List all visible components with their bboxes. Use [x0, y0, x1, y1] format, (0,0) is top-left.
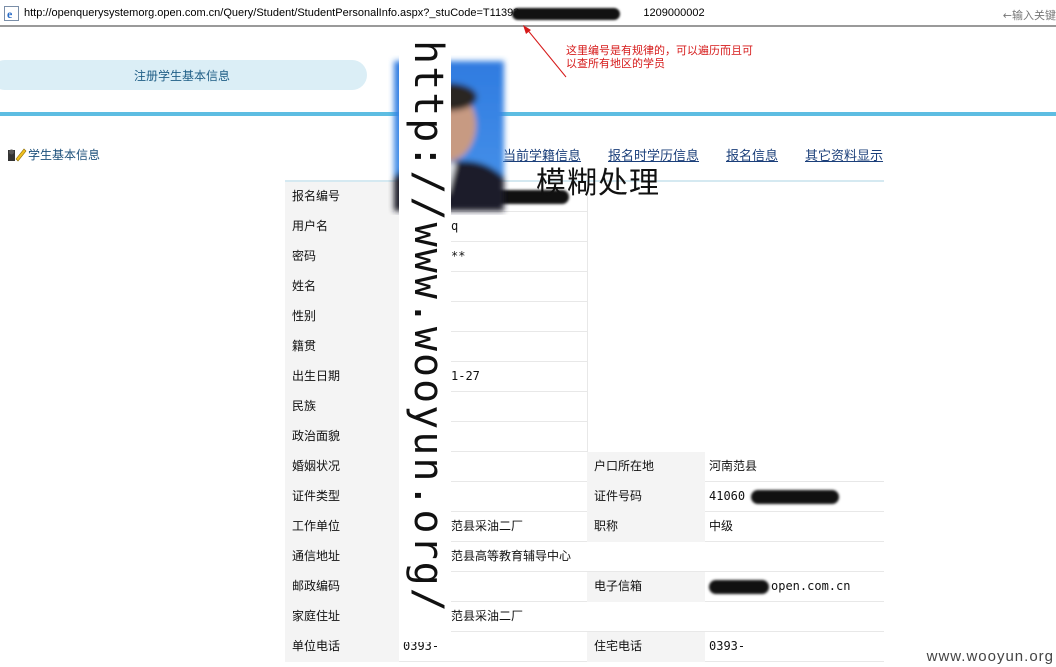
field-value: [447, 392, 587, 422]
field-value: 范县采油二厂: [451, 609, 524, 623]
form-row: 婚姻状况 户口所在地 河南范县: [285, 452, 884, 482]
redaction-mark: [512, 8, 620, 20]
blur-caption: 模糊处理: [536, 166, 660, 201]
field-label: 通信地址: [285, 542, 399, 572]
field-value: [447, 302, 587, 332]
form-row: 工作单位 范县采油二厂 职称 中级: [285, 512, 884, 542]
field-value: 1-27: [451, 369, 480, 383]
field-label: 报名编号: [285, 182, 399, 212]
field-label: 家庭住址: [285, 602, 399, 632]
annotation-text: 这里编号是有规律的，可以遍历而且可以查所有地区的学员: [566, 44, 753, 70]
field-label: 住宅电话: [587, 632, 705, 662]
field-label: 籍贯: [285, 332, 399, 362]
address-bar[interactable]: e http://openquerysystemorg.open.com.cn/…: [0, 0, 1056, 27]
field-label: 用户名: [285, 212, 399, 242]
form-row: 邮政编码 电子信箱 open.com.cn: [285, 572, 884, 602]
field-label: 民族: [285, 392, 399, 422]
annotation-arrow: [523, 25, 567, 78]
field-label: 证件号码: [587, 482, 705, 512]
field-label: 单位电话: [285, 632, 399, 662]
field-value: [447, 272, 587, 302]
redaction-mark: [751, 490, 839, 504]
tab-other-info[interactable]: 其它资料显示: [805, 145, 883, 164]
header-divider: [0, 112, 1056, 116]
field-label: 姓名: [285, 272, 399, 302]
field-label: 政治面貌: [285, 422, 399, 452]
register-info-label: 注册学生基本信息: [134, 69, 231, 83]
field-label: 工作单位: [285, 512, 399, 542]
field-value: open.com.cn: [771, 579, 851, 593]
field-value: 0393-: [709, 639, 746, 653]
form-row: 通信地址 范县高等教育辅导中心: [285, 542, 884, 572]
field-label: 职称: [587, 512, 705, 542]
field-label: 出生日期: [285, 362, 399, 392]
field-value: 范县采油二厂: [451, 519, 524, 533]
field-label: 电子信箱: [587, 572, 705, 602]
form-row: 家庭住址 范县采油二厂: [285, 602, 884, 632]
field-value: q: [451, 219, 459, 233]
field-label: 密码: [285, 242, 399, 272]
field-label: 婚姻状况: [285, 452, 399, 482]
field-label: 户口所在地: [587, 452, 705, 482]
svg-text:e: e: [7, 7, 13, 21]
form-row: 单位电话 0393- 住宅电话 0393-: [285, 632, 884, 662]
search-hint[interactable]: ←输入关键: [1003, 7, 1056, 23]
field-label: 邮政编码: [285, 572, 399, 602]
field-value: 河南范县: [709, 459, 758, 473]
redaction-mark: [709, 580, 769, 594]
field-label: 证件类型: [285, 482, 399, 512]
tab-enrollment-info[interactable]: 报名信息: [726, 145, 778, 164]
field-label: 性别: [285, 302, 399, 332]
student-info-form: 报名编号 用户名 q 密码 ** 姓名 性别 籍贯 出生日期 1-27 民族 政…: [285, 180, 884, 667]
ie-icon: e: [4, 6, 19, 21]
photo-area: [587, 182, 884, 452]
field-value: 范县高等教育辅导中心: [451, 549, 572, 563]
field-value: [447, 422, 587, 452]
field-value: 中级: [709, 519, 734, 533]
watermark-corner: www.wooyun.org: [926, 648, 1054, 665]
field-value: **: [451, 249, 466, 263]
field-value: [447, 332, 587, 362]
tab-bar: 信息 当前学籍信息 报名时学历信息 报名信息 其它资料显示: [0, 145, 1056, 164]
watermark-vertical: http://www.wooyun.org/: [405, 40, 451, 614]
register-info-header: 注册学生基本信息: [0, 60, 367, 90]
